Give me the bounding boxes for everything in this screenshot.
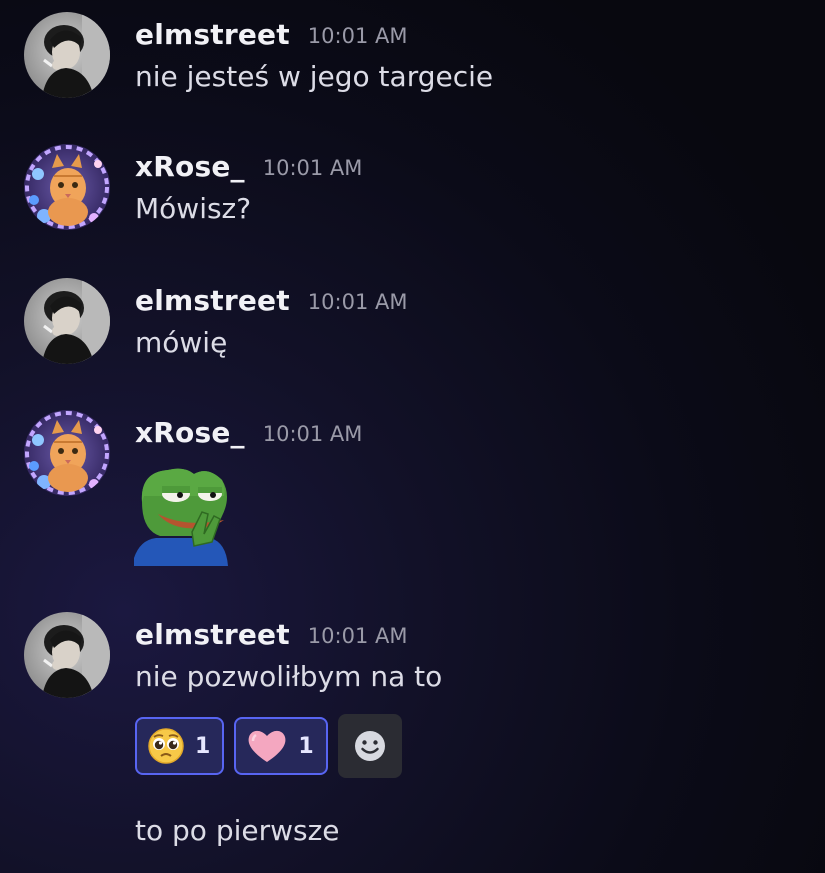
username[interactable]: elmstreet	[135, 18, 290, 51]
message-header: elmstreet 10:01 AM	[135, 612, 407, 656]
username[interactable]: elmstreet	[135, 284, 290, 317]
message-text: mówię	[135, 326, 228, 359]
add-reaction-button[interactable]	[337, 714, 402, 778]
reaction-count: 1	[298, 733, 314, 759]
xrose-avatar[interactable]	[24, 144, 110, 230]
message-header: xRose_ 10:01 AM	[135, 410, 362, 454]
pink-heart-icon	[248, 730, 286, 762]
reaction-pleading-face[interactable]: 1	[135, 717, 225, 775]
xrose-avatar[interactable]	[24, 410, 110, 496]
timestamp: 10:01 AM	[307, 290, 408, 314]
followup-message-text: to po pierwsze	[135, 814, 340, 847]
reactions-bar: 1 1	[135, 714, 402, 778]
message-header: elmstreet 10:01 AM	[135, 12, 407, 56]
timestamp: 10:01 AM	[262, 156, 363, 180]
pepe-hands-sticker[interactable]	[134, 462, 230, 566]
timestamp: 10:01 AM	[307, 624, 408, 648]
username[interactable]: xRose_	[135, 150, 245, 183]
message-text: nie jesteś w jego targecie	[135, 60, 494, 93]
username[interactable]: elmstreet	[135, 618, 290, 651]
timestamp: 10:01 AM	[262, 422, 363, 446]
pleading-face-icon	[148, 728, 184, 764]
elmstreet-avatar[interactable]	[24, 612, 110, 698]
message-text: Mówisz?	[135, 192, 252, 225]
elmstreet-avatar[interactable]	[24, 278, 110, 364]
message-text: nie pozwoliłbym na to	[135, 660, 443, 693]
message-header: elmstreet 10:01 AM	[135, 278, 407, 322]
reaction-pink-heart[interactable]: 1	[234, 717, 328, 775]
username[interactable]: xRose_	[135, 416, 245, 449]
elmstreet-avatar[interactable]	[24, 12, 110, 98]
timestamp: 10:01 AM	[307, 24, 408, 48]
message-header: xRose_ 10:01 AM	[135, 144, 362, 188]
smiley-add-reaction-icon	[354, 731, 385, 761]
reaction-count: 1	[195, 733, 211, 759]
